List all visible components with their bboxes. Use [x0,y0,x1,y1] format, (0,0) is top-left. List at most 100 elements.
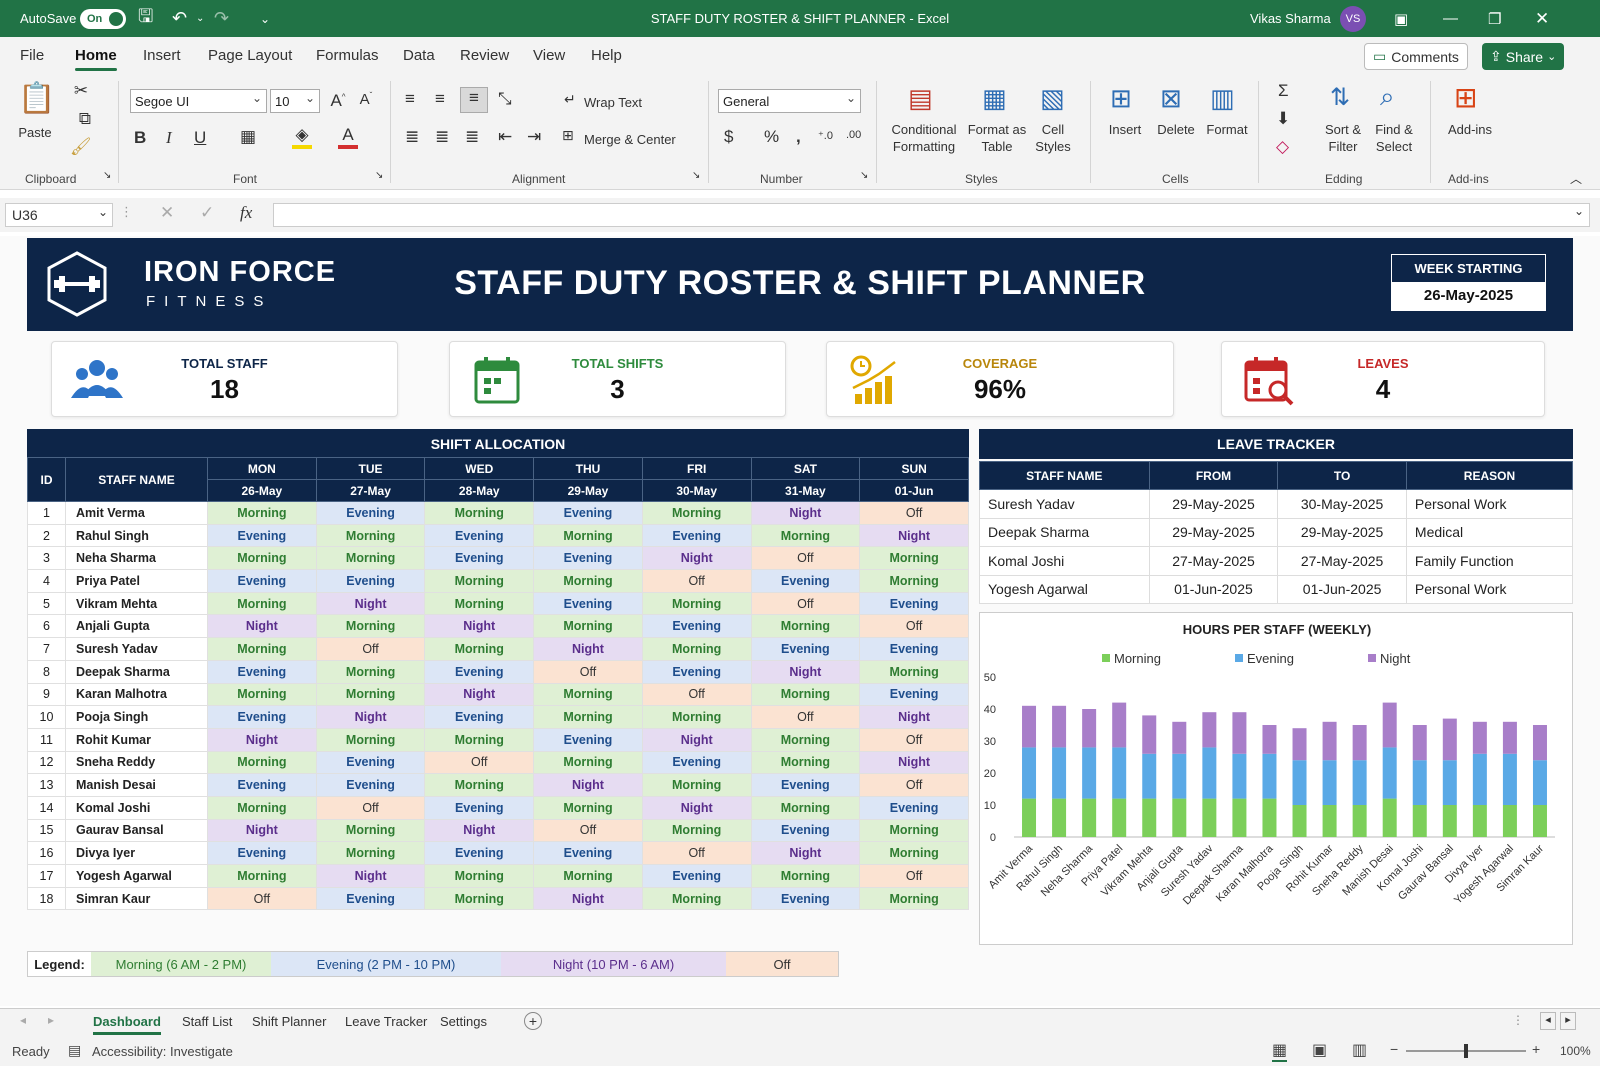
close-icon[interactable]: ✕ [1535,0,1549,37]
staff-id[interactable]: 15 [27,818,66,843]
shift-cell[interactable]: Evening [750,569,861,593]
staff-id[interactable]: 7 [27,637,66,661]
staff-name[interactable]: Divya Iyer [65,841,208,865]
expand-formula-icon[interactable]: ⌄ [1574,204,1584,218]
staff-id[interactable]: 17 [27,864,66,888]
leave-cell[interactable]: 29-May-2025 [1148,489,1279,519]
number-format-dropdown[interactable]: General [718,89,861,113]
shift-cell[interactable]: Evening [207,659,317,684]
staff-name[interactable]: Simran Kaur [65,886,208,911]
page-layout-view-icon[interactable]: ▣ [1312,1040,1327,1060]
autosave-toggle[interactable]: On [80,0,126,37]
staff-id[interactable]: 10 [27,705,66,729]
cell-styles-icon[interactable]: ▧ [1040,83,1065,114]
shift-cell[interactable]: Off [859,501,969,525]
shift-cell[interactable]: Night [315,591,426,616]
shift-cell[interactable]: Off [750,705,861,729]
minimize-icon[interactable]: — [1443,0,1458,37]
underline-icon[interactable]: U [194,128,206,148]
menu-insert[interactable]: Insert [143,47,181,64]
decrease-indent-icon[interactable]: ⇤ [498,127,512,147]
undo-dropdown-icon[interactable]: ⌄ [196,0,204,37]
find-select-icon[interactable]: ⌕ [1380,81,1395,113]
week-starting-value[interactable]: 26-May-2025 [1392,282,1545,310]
orientation-icon[interactable]: ⤡ [498,89,512,109]
leave-cell[interactable]: Komal Joshi [979,546,1150,576]
delete-cells-icon[interactable]: ⊠ [1160,83,1182,114]
leave-cell[interactable]: Medical [1405,517,1574,547]
shift-cell[interactable]: Evening [533,591,643,616]
shift-cell[interactable]: Evening [641,614,752,639]
ribbon-display-icon[interactable]: ▣ [1394,0,1408,37]
shift-cell[interactable]: Off [315,795,426,820]
shift-cell[interactable]: Night [859,523,969,548]
shift-cell[interactable]: Night [424,818,535,843]
comma-icon[interactable]: , [796,127,801,147]
shift-cell[interactable]: Evening [859,637,969,661]
sheet-tab[interactable]: Settings [440,1014,487,1029]
shift-cell[interactable]: Night [859,705,969,729]
staff-name[interactable]: Yogesh Agarwal [65,864,208,888]
decrease-font-icon[interactable]: Aˇ [358,91,374,108]
shift-cell[interactable]: Evening [315,750,426,775]
increase-font-icon[interactable]: A^ [330,91,346,111]
cut-icon[interactable]: ✂ [72,81,90,101]
shift-cell[interactable]: Evening [533,841,643,865]
staff-id[interactable]: 9 [27,682,66,707]
staff-id[interactable]: 13 [27,773,66,797]
currency-icon[interactable]: $ [724,127,733,147]
staff-name[interactable]: Rohit Kumar [65,727,208,752]
font-size-dropdown[interactable]: 10 [270,89,320,113]
increase-decimal-icon[interactable]: ⁺.0 [818,129,833,142]
shift-cell[interactable]: Morning [533,795,643,820]
paste-label[interactable]: Paste [15,124,55,141]
addins-icon[interactable]: ⊞ [1454,81,1477,114]
borders-icon[interactable]: ▦ [240,127,256,147]
format-cells-button[interactable]: Format [1202,121,1252,138]
staff-name[interactable]: Amit Verma [65,501,208,525]
clipboard-launcher-icon[interactable]: ↘ [103,170,111,181]
shift-cell[interactable]: Morning [424,637,535,661]
increase-indent-icon[interactable]: ⇥ [527,127,541,147]
staff-id[interactable]: 4 [27,569,66,593]
shift-cell[interactable]: Evening [315,886,426,911]
shift-cell[interactable]: Morning [207,750,317,775]
zoom-slider-thumb[interactable] [1464,1044,1468,1058]
zoom-level[interactable]: 100% [1560,1044,1591,1058]
align-left-icon[interactable]: ≣ [405,127,419,147]
font-name-dropdown[interactable]: Segoe UI [130,89,267,113]
shift-cell[interactable]: Morning [315,682,426,707]
insert-cells-icon[interactable]: ⊞ [1110,83,1132,114]
italic-icon[interactable]: I [166,128,172,148]
format-cells-icon[interactable]: ▥ [1210,83,1235,114]
staff-id[interactable]: 8 [27,659,66,684]
shift-cell[interactable]: Morning [750,750,861,775]
shift-cell[interactable]: Morning [424,591,535,616]
shift-cell[interactable]: Morning [533,682,643,707]
number-launcher-icon[interactable]: ↘ [860,170,868,181]
shift-cell[interactable]: Night [641,546,752,571]
addins-button[interactable]: Add-ins [1440,121,1500,138]
staff-name[interactable]: Sneha Reddy [65,750,208,775]
shift-cell[interactable]: Night [207,818,317,843]
shift-cell[interactable]: Morning [315,546,426,571]
hscroll-left-icon[interactable]: ◂ [1540,1012,1556,1030]
hours-chart[interactable]: HOURS PER STAFF (WEEKLY) Morning Evening Ni… [979,612,1573,945]
shift-cell[interactable]: Evening [207,841,317,865]
accessibility-icon[interactable]: ▤ [68,1042,81,1059]
shift-cell[interactable]: Off [315,637,426,661]
format-painter-icon[interactable]: 🖌 [70,137,92,157]
shift-cell[interactable]: Morning [315,841,426,865]
decrease-decimal-icon[interactable]: .00 [846,129,861,141]
normal-view-icon[interactable]: ▦ [1272,1040,1288,1062]
shift-cell[interactable]: Morning [315,523,426,548]
cell-styles-button[interactable]: Cell Styles [1028,121,1078,155]
shift-cell[interactable]: Evening [750,886,861,911]
shift-cell[interactable]: Off [859,614,969,639]
shift-cell[interactable]: Morning [315,659,426,684]
fill-icon[interactable]: ⬇ [1276,109,1290,129]
customize-toolbar-icon[interactable]: ⌄ [260,0,270,37]
fill-color-icon[interactable]: ◈ [292,125,312,149]
leave-cell[interactable]: 30-May-2025 [1277,489,1407,519]
shift-cell[interactable]: Evening [424,841,535,865]
